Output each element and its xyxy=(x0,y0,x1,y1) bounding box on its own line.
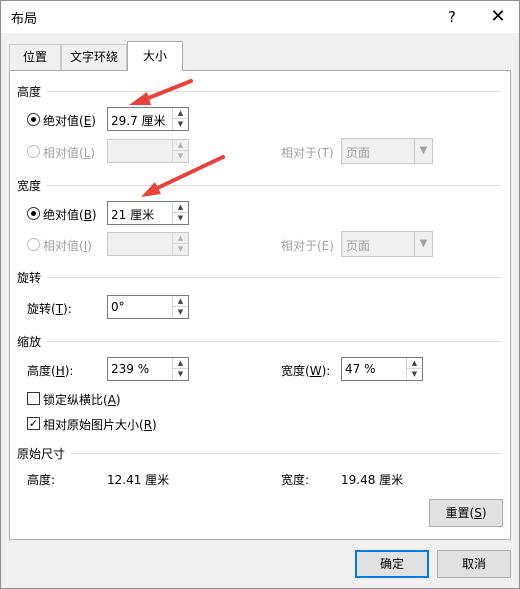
lock-aspect-ratio-label: 锁定纵横比(A) xyxy=(43,393,121,407)
spin-down-icon[interactable]: ▼ xyxy=(173,119,188,130)
scale-width-spinner[interactable]: 47 % ▲ ▼ xyxy=(341,357,423,381)
scale-height-value[interactable]: 239 % xyxy=(111,362,149,376)
width-relative-to-value: 页面 xyxy=(346,239,371,253)
width-absolute-radio[interactable] xyxy=(27,207,40,220)
original-height-value: 12.41 厘米 xyxy=(107,473,170,487)
width-absolute-value[interactable]: 21 厘米 xyxy=(111,206,154,223)
width-absolute-spinner[interactable]: 21 厘米 ▲ ▼ xyxy=(107,201,189,225)
section-scale-label: 缩放 xyxy=(17,335,42,349)
height-absolute-value[interactable]: 29.7 厘米 xyxy=(111,112,166,129)
height-relative-spinner[interactable]: ▲ ▼ xyxy=(107,139,189,163)
checkmark-icon: ✓ xyxy=(28,417,39,430)
width-relative-to-label: 相对于(E) xyxy=(281,239,334,253)
original-width-label: 宽度: xyxy=(281,473,310,487)
spin-up-icon[interactable]: ▲ xyxy=(173,358,188,369)
rotate-value[interactable]: 0° xyxy=(111,300,125,314)
spin-up-icon[interactable]: ▲ xyxy=(173,140,188,151)
divider xyxy=(71,453,501,454)
tab-size[interactable]: 大小 xyxy=(127,41,183,71)
spin-up-icon[interactable]: ▲ xyxy=(173,233,188,244)
help-button[interactable]: ? xyxy=(441,6,463,28)
scale-height-label: 高度(H): xyxy=(27,364,74,378)
spin-down-icon[interactable]: ▼ xyxy=(407,369,422,380)
chevron-down-icon[interactable]: ▼ xyxy=(414,139,432,163)
divider xyxy=(47,185,501,186)
width-relative-to-select[interactable]: 页面 ▼ xyxy=(341,231,433,257)
spin-up-icon[interactable]: ▲ xyxy=(407,358,422,369)
original-height-label: 高度: xyxy=(27,473,56,487)
section-height-label: 高度 xyxy=(17,85,42,99)
tab-text-wrapping[interactable]: 文字环绕 xyxy=(61,44,127,70)
watermark xyxy=(397,539,520,589)
rotate-label: 旋转(T): xyxy=(27,302,72,316)
spin-down-icon[interactable]: ▼ xyxy=(173,307,188,318)
spin-down-icon[interactable]: ▼ xyxy=(173,213,188,224)
lock-aspect-ratio-checkbox[interactable] xyxy=(27,392,40,405)
size-panel xyxy=(9,70,511,540)
relative-to-original-label: 相对原始图片大小(R) xyxy=(43,418,157,432)
scale-width-value[interactable]: 47 % xyxy=(345,362,376,376)
spin-down-icon[interactable]: ▼ xyxy=(173,151,188,162)
scale-height-spinner[interactable]: 239 % ▲ ▼ xyxy=(107,357,189,381)
layout-dialog: 布局 ? ✕ 位置 文字环绕 大小 高度 绝对值(E) 29.7 厘米 ▲ ▼ 相… xyxy=(0,0,520,589)
divider xyxy=(47,91,501,92)
divider xyxy=(47,277,501,278)
scale-width-label: 宽度(W): xyxy=(281,364,331,378)
close-button[interactable]: ✕ xyxy=(485,4,511,30)
tab-position[interactable]: 位置 xyxy=(9,44,61,70)
original-width-value: 19.48 厘米 xyxy=(341,473,404,487)
chevron-down-icon[interactable]: ▼ xyxy=(414,232,432,256)
spin-down-icon[interactable]: ▼ xyxy=(173,244,188,255)
divider xyxy=(47,341,501,342)
height-relative-to-label: 相对于(T) xyxy=(281,146,334,160)
height-relative-label: 相对值(L) xyxy=(43,146,96,160)
height-relative-radio[interactable] xyxy=(27,145,40,158)
height-absolute-label: 绝对值(E) xyxy=(43,114,96,128)
spin-up-icon[interactable]: ▲ xyxy=(173,108,188,119)
reset-button[interactable]: 重置(S) xyxy=(429,499,503,527)
spin-down-icon[interactable]: ▼ xyxy=(173,369,188,380)
height-absolute-radio[interactable] xyxy=(27,113,40,126)
rotate-spinner[interactable]: 0° ▲ ▼ xyxy=(107,295,189,319)
width-relative-spinner[interactable]: ▲ ▼ xyxy=(107,232,189,256)
section-rotate-label: 旋转 xyxy=(17,271,42,285)
height-relative-to-value: 页面 xyxy=(346,146,371,160)
height-relative-to-select[interactable]: 页面 ▼ xyxy=(341,138,433,164)
title-bar: 布局 ? ✕ xyxy=(1,1,519,33)
section-width-label: 宽度 xyxy=(17,179,42,193)
height-absolute-spinner[interactable]: 29.7 厘米 ▲ ▼ xyxy=(107,107,189,131)
width-relative-label: 相对值(I) xyxy=(43,239,92,253)
spin-up-icon[interactable]: ▲ xyxy=(173,202,188,213)
dialog-title: 布局 xyxy=(11,12,38,27)
width-absolute-label: 绝对值(B) xyxy=(43,208,97,222)
width-relative-radio[interactable] xyxy=(27,238,40,251)
relative-to-original-checkbox[interactable]: ✓ xyxy=(27,417,40,430)
section-original-label: 原始尺寸 xyxy=(17,447,66,461)
spin-up-icon[interactable]: ▲ xyxy=(173,296,188,307)
